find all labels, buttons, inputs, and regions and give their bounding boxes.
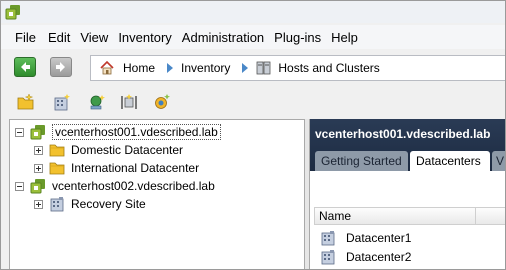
- list-item[interactable]: Datacenter2: [320, 248, 411, 266]
- breadcrumb-home[interactable]: Home: [99, 60, 155, 76]
- breadcrumb: Home Inventory Hosts and Clusters: [90, 55, 505, 81]
- tree-node-vcenter1[interactable]: vcenterhost001.vdescribed.lab: [15, 123, 221, 141]
- detail-header: vcenterhost001.vdescribed.lab Getting St…: [310, 119, 505, 171]
- folder-icon: [49, 144, 65, 157]
- back-button[interactable]: [14, 57, 36, 77]
- forward-button[interactable]: [50, 57, 72, 77]
- expand-toggle[interactable]: [34, 163, 43, 173]
- breadcrumb-hosts-clusters-label: Hosts and Clusters: [278, 61, 380, 75]
- breadcrumb-separator-icon: [167, 63, 174, 73]
- datacenter-icon: [321, 231, 335, 246]
- datacenter-name: Datacenter1: [346, 231, 412, 245]
- new-resource-icon[interactable]: [153, 93, 171, 111]
- add-host-icon[interactable]: [88, 93, 106, 111]
- breadcrumb-home-label: Home: [123, 61, 156, 75]
- tab-getting-started-label: Getting Started: [321, 154, 402, 168]
- recovery-site-label: Recovery Site: [71, 197, 146, 211]
- datacenter-icon: [50, 197, 64, 212]
- expand-toggle[interactable]: [34, 199, 43, 209]
- tab-truncated[interactable]: V: [492, 151, 505, 171]
- column-divider[interactable]: [475, 208, 476, 224]
- vsphere-client-icon: [5, 5, 20, 20]
- column-header-name[interactable]: Name: [314, 207, 505, 225]
- menu-bar: File Edit View Inventory Administration …: [1, 25, 505, 49]
- menu-edit[interactable]: Edit: [48, 30, 70, 45]
- domestic-datacenter-label: Domestic Datacenter: [71, 143, 184, 157]
- column-header-label: Name: [319, 209, 352, 223]
- menu-inventory[interactable]: Inventory: [118, 30, 171, 45]
- tab-truncated-label: V: [496, 154, 505, 168]
- collapse-toggle[interactable]: [15, 127, 24, 137]
- breadcrumb-hosts-clusters[interactable]: Hosts and Clusters: [256, 60, 380, 76]
- folder-icon: [49, 162, 65, 175]
- breadcrumb-inventory-label: Inventory: [181, 61, 231, 75]
- tree-node-recovery-site[interactable]: Recovery Site: [34, 195, 146, 213]
- tree-node-international-datacenter[interactable]: International Datacenter: [34, 159, 199, 177]
- menu-view[interactable]: View: [80, 30, 108, 45]
- menu-administration[interactable]: Administration: [182, 30, 264, 45]
- collapse-toggle[interactable]: [15, 181, 24, 191]
- vcenter-server-icon: [30, 179, 45, 194]
- hosts-clusters-icon: [256, 61, 271, 75]
- tab-getting-started[interactable]: Getting Started: [315, 151, 408, 171]
- international-datacenter-label: International Datacenter: [71, 161, 200, 175]
- vcenter-server-icon: [30, 125, 45, 140]
- vcenter2-label: vcenterhost002.vdescribed.lab: [52, 179, 215, 193]
- navigation-bar: Home Inventory Hosts and Clusters: [1, 51, 505, 85]
- expand-toggle[interactable]: [34, 145, 43, 155]
- tab-datacenters-label: Datacenters: [416, 154, 481, 168]
- tree-node-vcenter2[interactable]: vcenterhost002.vdescribed.lab: [15, 177, 215, 195]
- title-bar: [1, 1, 505, 23]
- home-icon: [100, 60, 114, 75]
- back-arrow-icon: [21, 62, 30, 72]
- datacenter-name: Datacenter2: [346, 250, 412, 264]
- inventory-tree: vcenterhost001.vdescribed.lab Domestic D…: [9, 119, 305, 269]
- forward-arrow-icon: [56, 62, 65, 72]
- new-folder-icon[interactable]: [17, 93, 35, 111]
- detail-title: vcenterhost001.vdescribed.lab: [315, 127, 491, 141]
- breadcrumb-inventory[interactable]: Inventory: [181, 61, 230, 75]
- tab-datacenters[interactable]: Datacenters: [410, 151, 490, 171]
- menu-plugins[interactable]: Plug-ins: [274, 30, 321, 45]
- vcenter1-label: vcenterhost001.vdescribed.lab: [52, 124, 221, 140]
- toolbar: [1, 89, 505, 115]
- tree-node-domestic-datacenter[interactable]: Domestic Datacenter: [34, 141, 183, 159]
- menu-help[interactable]: Help: [331, 30, 358, 45]
- datacenter-icon: [321, 250, 335, 265]
- new-cluster-icon[interactable]: [120, 93, 138, 111]
- new-datacenter-icon[interactable]: [53, 93, 71, 111]
- menu-file[interactable]: File: [15, 30, 36, 45]
- detail-panel: vcenterhost001.vdescribed.lab Getting St…: [309, 119, 505, 269]
- app-window: File Edit View Inventory Administration …: [0, 0, 506, 270]
- list-item[interactable]: Datacenter1: [320, 229, 411, 247]
- breadcrumb-separator-icon: [242, 63, 249, 73]
